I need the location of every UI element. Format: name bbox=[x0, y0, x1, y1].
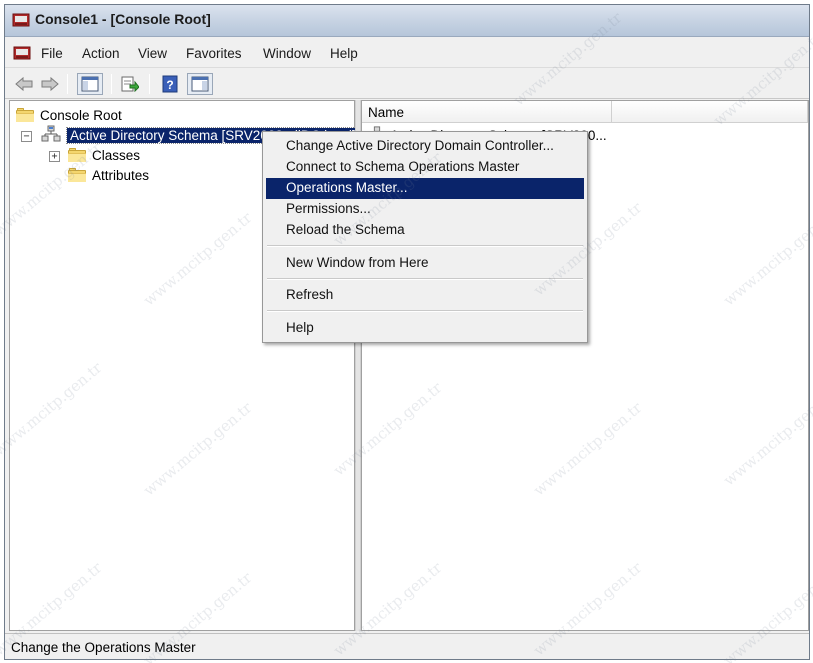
tree-node-label: Attributes bbox=[92, 167, 150, 183]
menu-favorites[interactable]: Favorites bbox=[186, 46, 242, 61]
toolbar-separator bbox=[111, 74, 112, 94]
status-text: Change the Operations Master bbox=[11, 640, 196, 655]
back-arrow-icon[interactable] bbox=[13, 73, 35, 95]
export-list-icon[interactable] bbox=[119, 73, 141, 95]
menu-item-new-window[interactable]: New Window from Here bbox=[266, 253, 584, 274]
expand-toggle-icon[interactable]: + bbox=[49, 151, 60, 162]
folder-icon bbox=[16, 108, 34, 122]
menu-file[interactable]: File bbox=[41, 46, 63, 61]
title-bar[interactable]: Console1 - [Console Root] bbox=[5, 5, 809, 37]
tree-node-console-root[interactable]: Console Root bbox=[16, 105, 122, 125]
tree-node-attributes[interactable]: Attributes bbox=[68, 165, 149, 185]
menu-item-permissions[interactable]: Permissions... bbox=[266, 199, 584, 220]
toolbar: ? bbox=[5, 69, 809, 99]
column-header-name[interactable]: Name bbox=[362, 101, 612, 123]
menu-help[interactable]: Help bbox=[330, 46, 358, 61]
show-hide-console-tree-icon[interactable] bbox=[77, 73, 103, 95]
show-hide-action-pane-icon[interactable] bbox=[187, 73, 213, 95]
menu-item-connect-schema-master[interactable]: Connect to Schema Operations Master bbox=[266, 157, 584, 178]
console-system-menu-icon[interactable] bbox=[13, 45, 31, 61]
column-header-empty[interactable] bbox=[612, 101, 808, 123]
menu-bar: File Action View Favorites Window Help bbox=[5, 38, 809, 68]
menu-window[interactable]: Window bbox=[263, 46, 311, 61]
menu-item-help[interactable]: Help bbox=[266, 318, 584, 339]
context-menu: Change Active Directory Domain Controlle… bbox=[262, 131, 588, 343]
menu-separator bbox=[267, 310, 583, 312]
menu-separator bbox=[267, 245, 583, 247]
menu-item-reload-schema[interactable]: Reload the Schema bbox=[266, 220, 584, 241]
status-bar: Change the Operations Master bbox=[5, 633, 809, 659]
menu-item-change-domain-controller[interactable]: Change Active Directory Domain Controlle… bbox=[266, 136, 584, 157]
schema-snapin-icon bbox=[41, 125, 61, 146]
toolbar-separator bbox=[149, 74, 150, 94]
window-title: Console1 - [Console Root] bbox=[35, 11, 211, 27]
folder-icon bbox=[68, 148, 86, 162]
menu-separator bbox=[267, 278, 583, 280]
tree-node-classes[interactable]: Classes bbox=[68, 145, 140, 165]
help-icon[interactable]: ? bbox=[159, 73, 181, 95]
folder-icon bbox=[68, 168, 86, 182]
svg-text:?: ? bbox=[166, 78, 173, 92]
menu-view[interactable]: View bbox=[138, 46, 167, 61]
menu-item-operations-master[interactable]: Operations Master... bbox=[266, 178, 584, 199]
tree-node-label: Classes bbox=[92, 147, 141, 163]
collapse-toggle-icon[interactable]: − bbox=[21, 131, 32, 142]
mmc-app-icon bbox=[12, 12, 30, 28]
forward-arrow-icon[interactable] bbox=[39, 73, 61, 95]
tree-node-label: Console Root bbox=[40, 107, 122, 123]
menu-action[interactable]: Action bbox=[82, 46, 120, 61]
menu-item-refresh[interactable]: Refresh bbox=[266, 285, 584, 306]
toolbar-separator bbox=[67, 74, 68, 94]
